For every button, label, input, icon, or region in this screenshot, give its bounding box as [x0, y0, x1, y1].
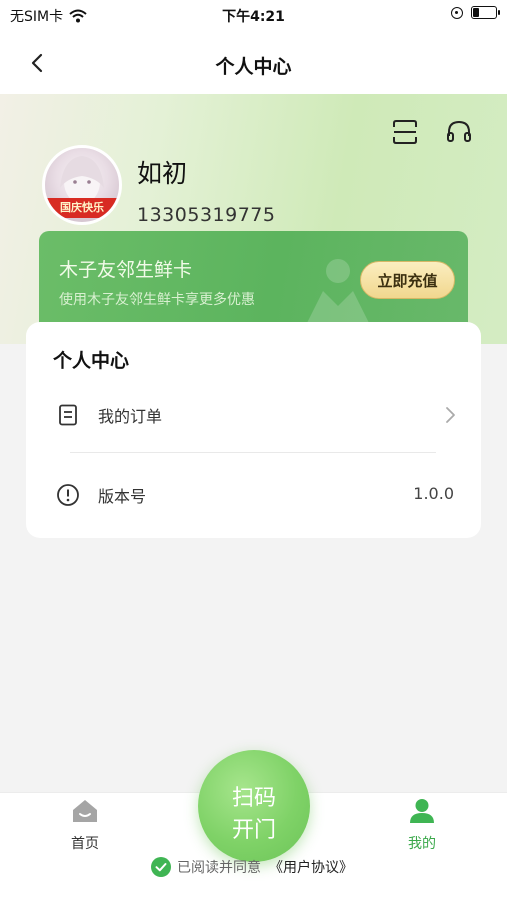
user-phone: 13305319775: [137, 204, 276, 226]
orientation-lock-icon: [451, 6, 463, 19]
scan-frame-icon[interactable]: [391, 118, 419, 146]
home-icon: [73, 800, 97, 822]
user-name: 如初: [137, 159, 188, 188]
scan-button-line2: 开门: [231, 818, 276, 843]
header-actions: [391, 118, 473, 146]
my-orders-label: 我的订单: [98, 407, 163, 426]
fresh-card-banner[interactable]: 木子友邻生鲜卡 使用木子友邻生鲜卡享更多优惠 立即充值: [39, 231, 468, 327]
check-icon: [155, 863, 167, 872]
agreement-text: 已阅读并同意: [177, 860, 261, 876]
agreement-checkbox[interactable]: [151, 857, 171, 877]
tab-home-label: 首页: [71, 836, 99, 852]
personal-center-panel: 个人中心 我的订单 版本号 1.0.0: [26, 322, 481, 538]
chevron-right-icon: [446, 407, 455, 423]
panel-title: 个人中心: [53, 350, 130, 372]
tab-mine-label: 我的: [408, 836, 436, 852]
battery-icon: [471, 6, 500, 19]
person-icon: [410, 799, 434, 823]
avatar[interactable]: 国庆快乐: [42, 145, 122, 225]
document-icon: [59, 404, 77, 426]
scan-button-line1: 扫码: [231, 786, 276, 811]
tab-mine[interactable]: 我的: [382, 793, 462, 863]
scan-open-door-button[interactable]: 扫码 开门: [198, 750, 310, 862]
card-subtitle: 使用木子友邻生鲜卡享更多优惠: [59, 292, 255, 308]
battery-fill: [473, 8, 479, 17]
status-time: 下午4:21: [222, 9, 285, 25]
page-title: 个人中心: [215, 56, 292, 78]
version-row: 版本号 1.0.0: [26, 466, 481, 522]
agreement: 已阅读并同意 《用户协议》: [151, 857, 353, 877]
my-orders-row[interactable]: 我的订单: [26, 386, 481, 442]
version-label: 版本号: [98, 487, 147, 506]
headset-icon[interactable]: [445, 118, 473, 146]
status-bar: 无SIM卡 下午4:21: [0, 0, 507, 30]
status-right: [451, 6, 500, 19]
recharge-button[interactable]: 立即充值: [360, 261, 455, 299]
navigation-bar: 个人中心: [0, 30, 507, 94]
card-title: 木子友邻生鲜卡: [59, 259, 193, 281]
divider: [70, 452, 436, 453]
user-agreement-link[interactable]: 《用户协议》: [269, 857, 353, 877]
tab-home[interactable]: 首页: [45, 793, 125, 863]
avatar-banner: 国庆快乐: [45, 198, 119, 218]
version-value: 1.0.0: [413, 484, 454, 503]
info-circle-icon: [57, 484, 79, 506]
